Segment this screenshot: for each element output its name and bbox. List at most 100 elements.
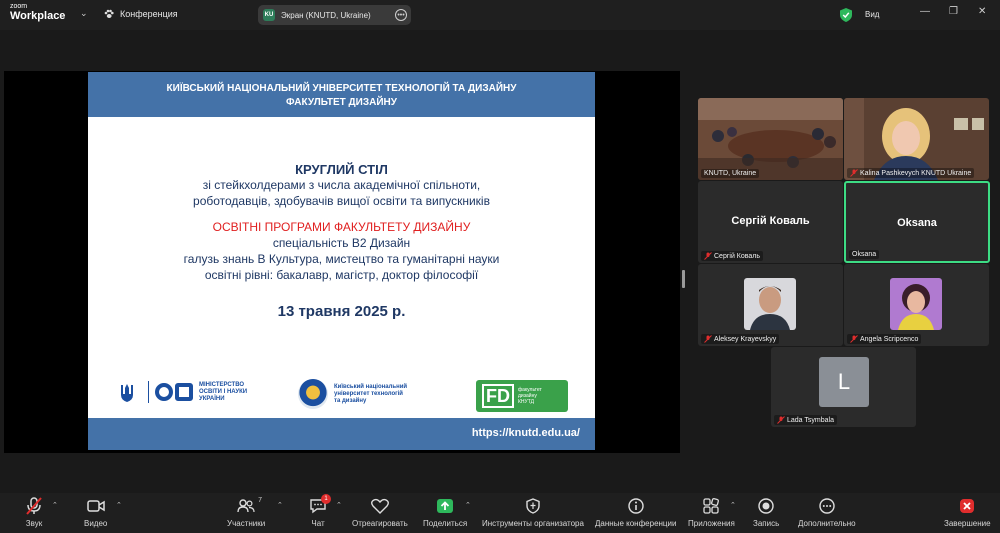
participants-button[interactable]: 7 Участники	[227, 497, 265, 528]
more-options-icon[interactable]: •••	[395, 9, 407, 21]
participant-name: Angela Scripcenco	[847, 334, 922, 344]
ukraine-trident-icon	[121, 384, 133, 402]
ku-badge: KU	[263, 9, 275, 21]
ministry-text-line1: МІНІСТЕРСТВО	[199, 381, 245, 388]
chat-options-caret-icon[interactable]: ⌃	[336, 501, 342, 509]
audio-button[interactable]: Звук	[24, 497, 44, 528]
ministry-divider	[148, 381, 149, 403]
security-shield-icon[interactable]	[840, 8, 852, 22]
slide-header-line2: ФАКУЛЬТЕТ ДИЗАЙНУ	[286, 97, 397, 108]
video-camera-icon	[86, 500, 105, 512]
knutd-logo: Київський національний університет техно…	[298, 379, 407, 409]
knutd-text: Київський національний університет техно…	[334, 384, 407, 405]
ministry-text-line3: УКРАЇНИ	[199, 395, 225, 402]
fd-text-line3: КНУТД	[518, 399, 534, 405]
apps-options-caret-icon[interactable]: ⌃	[730, 501, 736, 509]
screen-share-label: Экран (KNUTD, Ukraine)	[281, 10, 371, 20]
participant-name: Kalina Pashkevych KNUTD Ukraine	[847, 168, 975, 178]
more-label: Дополнительно	[798, 519, 856, 528]
share-button[interactable]: Поделиться	[423, 497, 467, 528]
record-button[interactable]: Запись	[753, 497, 779, 528]
video-label: Видео	[84, 519, 108, 528]
close-icon[interactable]: ✕	[978, 6, 986, 17]
slide-url: https://knutd.edu.ua/	[471, 427, 580, 439]
chat-button[interactable]: 1 Чат	[308, 494, 331, 528]
react-button[interactable]: Отреагировать	[352, 497, 408, 528]
knutd-emblem-icon	[298, 379, 328, 409]
chevron-down-icon[interactable]: ⌄	[80, 8, 88, 19]
conference-label: Конференция	[120, 9, 178, 19]
participant-name-text: Lada Tsymbala	[787, 416, 834, 424]
chat-label: Чат	[311, 519, 325, 528]
participant-tile-oksana[interactable]: Oksana Oksana	[844, 181, 990, 263]
participant-tile-angela[interactable]: Angela Scripcenco	[844, 264, 989, 346]
participant-name-text: Oksana	[852, 251, 877, 258]
apps-icon	[703, 498, 720, 514]
view-menu[interactable]: Вид	[865, 10, 879, 19]
slide-line4: галузь знань В Культура, мистецтво та гу…	[183, 252, 500, 266]
participant-name: Сергій Коваль	[701, 251, 764, 261]
end-meeting-button[interactable]: Завершение	[944, 497, 991, 528]
audio-label: Звук	[25, 519, 43, 528]
host-tools-button[interactable]: Инструменты организатора	[482, 497, 584, 528]
participant-tile-serhii[interactable]: Сергій Коваль Сергій Коваль	[698, 181, 843, 263]
participants-label: Участники	[227, 519, 266, 528]
participant-name: Aleksey Krayevskyy	[701, 334, 780, 344]
conference-menu[interactable]: Конференция	[104, 9, 178, 19]
ministry-logo: МІНІСТЕРСТВО ОСВІТИ І НАУКИ УКРАЇНИ	[148, 381, 247, 403]
muted-mic-icon	[704, 252, 712, 260]
participants-options-caret-icon[interactable]: ⌃	[277, 501, 283, 509]
apps-button[interactable]: Приложения	[688, 497, 735, 528]
more-button[interactable]: Дополнительно	[798, 497, 856, 528]
slide-logos: МІНІСТЕРСТВО ОСВІТИ І НАУКИ УКРАЇНИ Київ…	[88, 374, 595, 414]
restore-icon[interactable]: ❐	[949, 6, 958, 17]
faculty-design-logo: FD факультет дизайну КНУТД	[476, 380, 568, 412]
audio-options-caret-icon[interactable]: ⌃	[52, 501, 58, 509]
video-button[interactable]: Видео	[84, 497, 107, 528]
record-icon	[758, 498, 774, 514]
aleksey-avatar	[744, 278, 796, 330]
chat-unread-badge: 1	[321, 494, 331, 504]
minimize-icon[interactable]: —	[920, 6, 930, 17]
slide-date: 13 травня 2025 р.	[277, 303, 406, 320]
share-options-caret-icon[interactable]: ⌃	[465, 501, 471, 509]
muted-mic-icon	[777, 416, 785, 424]
participant-tile-aleksey[interactable]: Aleksey Krayevskyy	[698, 264, 843, 346]
slide-header: КИЇВСЬКИЙ НАЦІОНАЛЬНИЙ УНІВЕРСИТЕТ ТЕХНО…	[88, 72, 595, 117]
participant-name: Oksana	[849, 250, 880, 259]
knutd-text-line1: Київський національний	[334, 383, 408, 390]
top-bar: zoom Workplace ⌄ Конференция KU Экран (K…	[0, 0, 1000, 30]
zoom-workplace-logo: zoom Workplace	[10, 3, 65, 22]
slide-line5: освітні рівні: бакалавр, магістр, доктор…	[204, 268, 479, 282]
meeting-info-button[interactable]: Данные конференции	[595, 497, 676, 528]
participant-name-text: KNUTD, Ukraine	[704, 170, 757, 177]
slide-title: КРУГЛИЙ СТІЛ	[295, 162, 388, 177]
participant-name-text: Сергій Коваль	[714, 252, 761, 260]
lada-avatar: L	[819, 357, 869, 407]
video-options-caret-icon[interactable]: ⌃	[116, 501, 122, 509]
slide-body: КРУГЛИЙ СТІЛ зі стейкхолдерами з числа а…	[88, 162, 595, 320]
host-shield-icon	[526, 498, 540, 514]
participants-count: 7	[258, 497, 263, 504]
participant-tile-kalina[interactable]: Kalina Pashkevych KNUTD Ukraine	[844, 98, 989, 180]
participant-tile-lada[interactable]: L Lada Tsymbala	[771, 347, 916, 427]
end-meeting-label: Завершение	[944, 519, 991, 528]
muted-mic-icon	[850, 335, 858, 343]
participant-name-text: Angela Scripcenco	[860, 335, 919, 343]
conference-room-video	[698, 98, 843, 180]
knutd-text-line3: та дизайну	[334, 397, 367, 404]
participant-tile-knutd[interactable]: KNUTD, Ukraine	[698, 98, 843, 180]
fd-mark: FD	[482, 384, 514, 408]
info-icon	[628, 498, 644, 514]
logo-line2: Workplace	[10, 10, 66, 22]
meeting-info-label: Данные конференции	[595, 519, 677, 528]
ministry-emblem-icon	[155, 383, 193, 401]
split-view-handle[interactable]	[682, 270, 685, 288]
more-icon	[819, 498, 835, 514]
angela-avatar	[890, 278, 942, 330]
host-tools-label: Инструменты организатора	[482, 519, 584, 528]
knutd-text-line2: університет технологій	[334, 390, 403, 397]
participant-name-text: Aleksey Krayevskyy	[714, 335, 777, 343]
share-screen-icon	[437, 499, 454, 513]
screen-share-indicator[interactable]: KU Экран (KNUTD, Ukraine) •••	[258, 5, 411, 25]
